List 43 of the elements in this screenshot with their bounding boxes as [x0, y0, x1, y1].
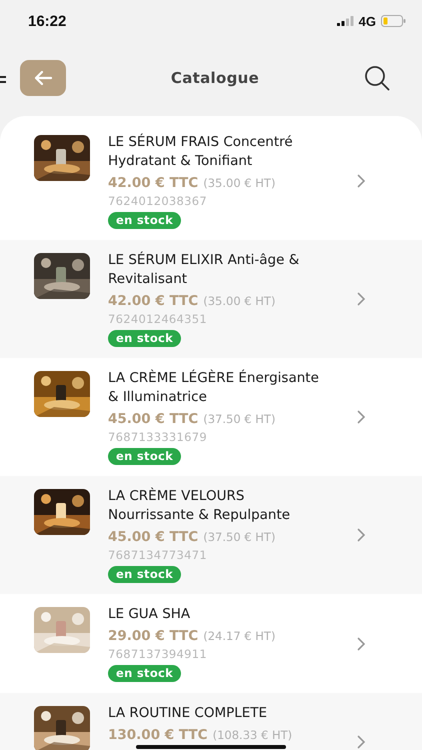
product-barcode: 7624012464351: [108, 311, 208, 328]
chevron-icon: [357, 636, 366, 650]
menu-icon[interactable]: [0, 76, 6, 84]
chevron-icon: [357, 292, 366, 306]
product-price: 45.00 € TTC (37.50 € HT): [108, 528, 276, 547]
stock-badge: en stock: [108, 330, 182, 347]
product-row[interactable]: LA ROUTINE COMPLETE 130.00 € TTC (108.33 € HT): [0, 693, 422, 750]
stock-badge: en stock: [108, 566, 182, 583]
arrow-left-icon: [33, 70, 53, 86]
stock-badge: en stock: [108, 448, 182, 465]
product-price: 29.00 € TTC (24.17 € HT): [108, 627, 276, 646]
chevron-icon: [357, 174, 366, 188]
product-name: LA CRÈME VELOURS Nourrissante & Repulpante: [108, 487, 292, 525]
status-time: 16:22: [28, 12, 66, 30]
product-barcode: 7624012038367: [108, 193, 208, 210]
product-price: 45.00 € TTC (37.50 € HT): [108, 410, 276, 429]
network-label: 4G: [358, 14, 376, 28]
product-name: LE GUA SHA: [108, 605, 192, 624]
product-row[interactable]: LE SÉRUM FRAIS Concentré Hydratant & Tonifiant 42.00 € TTC (35.00 € HT) 7624012038367 en stock: [0, 122, 422, 240]
product-name: LE SÉRUM FRAIS Concentré Hydratant & Tonifiant: [108, 133, 294, 171]
chevron-icon: [357, 410, 366, 424]
product-barcode: 7687137394911: [108, 646, 208, 663]
product-barcode: 7687134773471: [108, 547, 208, 564]
stock-badge: en stock: [108, 212, 182, 229]
battery-icon: [381, 15, 406, 27]
chevron-icon: [357, 528, 366, 542]
product-price: 130.00 € TTC (108.33 € HT): [108, 726, 292, 745]
product-row[interactable]: LA CRÈME LÉGÈRE Énergisante & Illuminatrice 45.00 € TTC (37.50 € HT) 7687133331679 en stock: [0, 358, 422, 476]
product-name: LE SÉRUM ELIXIR Anti-âge & Revitalisant: [108, 251, 300, 289]
screen-title: Catalogue: [170, 69, 260, 87]
product-name: LA ROUTINE COMPLETE: [108, 704, 268, 723]
product-row[interactable]: LA CRÈME VELOURS Nourrissante & Repulpante 45.00 € TTC (37.50 € HT) 7687134773471 en stock: [0, 476, 422, 594]
back-button[interactable]: [20, 60, 66, 96]
signal-icon: [336, 16, 354, 26]
product-price: 42.00 € TTC (35.00 € HT): [108, 174, 276, 193]
chevron-icon: [357, 735, 366, 749]
product-price: 42.00 € TTC (35.00 € HT): [108, 292, 276, 311]
product-barcode: 7687133331679: [108, 429, 208, 446]
search-icon[interactable]: [364, 65, 390, 91]
product-row[interactable]: LE SÉRUM ELIXIR Anti-âge & Revitalisant 42.00 € TTC (35.00 € HT) 7624012464351 en stock: [0, 240, 422, 358]
product-name: LA CRÈME LÉGÈRE Énergisante & Illuminatrice: [108, 369, 320, 407]
product-row[interactable]: LE GUA SHA 29.00 € TTC (24.17 € HT) 7687137394911 en stock: [0, 594, 422, 693]
stock-badge: en stock: [108, 665, 182, 682]
